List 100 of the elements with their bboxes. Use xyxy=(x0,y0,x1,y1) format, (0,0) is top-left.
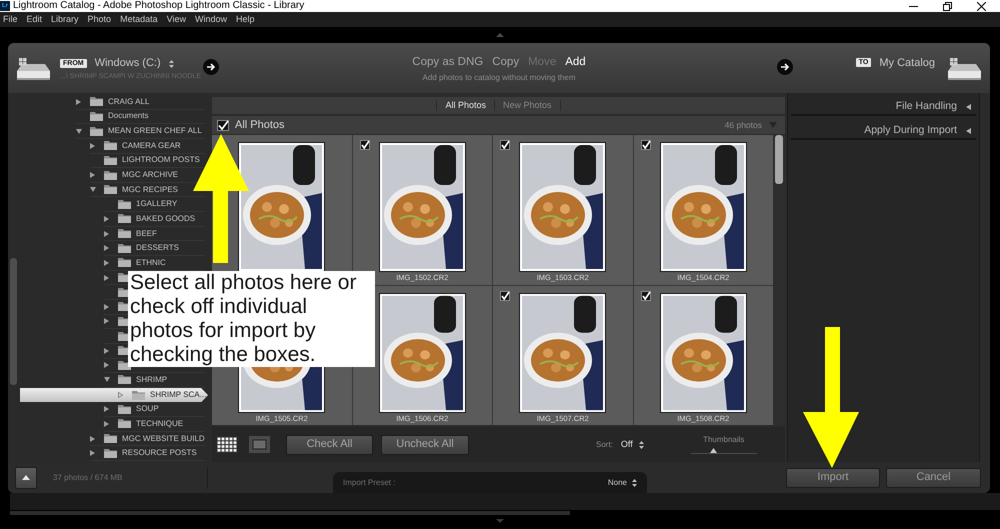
slider-label: Thumbnails xyxy=(703,435,744,445)
expand-triangle-icon[interactable] xyxy=(76,128,82,134)
folder-row[interactable]: CAMERA GEAR xyxy=(90,138,181,153)
photo-count: 46 photos xyxy=(724,118,762,132)
folder-icon xyxy=(104,434,117,444)
expand-triangle-icon[interactable] xyxy=(104,362,109,368)
expand-triangle-icon[interactable] xyxy=(104,420,109,427)
folder-row[interactable]: ETHNIC xyxy=(104,256,166,270)
folder-row[interactable]: MGC ARCHIVE xyxy=(90,168,178,182)
expand-triangle-icon[interactable] xyxy=(90,172,95,178)
checkbox[interactable] xyxy=(500,291,510,301)
expand-triangle-icon[interactable] xyxy=(104,304,109,310)
slider-thumb[interactable] xyxy=(710,448,718,453)
panel-header[interactable]: File Handling xyxy=(791,99,976,116)
hard-drive-icon xyxy=(948,58,981,80)
folder-row[interactable]: 1GALLERY xyxy=(104,197,178,212)
folder-icon xyxy=(90,126,103,136)
folder-row[interactable]: MGC RECIPES xyxy=(90,182,178,196)
folder-icon xyxy=(104,185,117,194)
folder-row[interactable]: SOUP xyxy=(104,402,159,416)
checkbox[interactable] xyxy=(640,140,650,150)
mode-option[interactable]: Add xyxy=(565,55,586,69)
single-view-icon[interactable] xyxy=(249,436,270,453)
expand-triangle-icon[interactable] xyxy=(104,406,109,412)
toolbar-button[interactable]: Uncheck All xyxy=(381,434,469,454)
folder-icon xyxy=(118,375,131,384)
panel-header[interactable]: Apply During Import xyxy=(791,123,976,140)
mode-option[interactable]: Copy xyxy=(492,55,520,69)
menu-item[interactable]: Library xyxy=(51,12,79,27)
folder-row[interactable]: TECHNIQUE xyxy=(104,417,184,431)
expand-triangle-icon[interactable] xyxy=(118,392,123,398)
folder-icon xyxy=(118,229,131,238)
checkbox[interactable] xyxy=(500,140,510,150)
toolbar-button[interactable]: Check All xyxy=(286,434,373,454)
panel-toggle-button[interactable] xyxy=(15,466,37,488)
expand-triangle-icon[interactable] xyxy=(104,348,109,354)
folder-icon xyxy=(118,404,131,414)
callout-tooltip: Select all photos here or check off individual photos for import by checking the boxes. xyxy=(128,271,375,367)
expand-triangle-icon[interactable] xyxy=(104,245,109,252)
folder-icon xyxy=(104,156,117,165)
expand-triangle-icon[interactable] xyxy=(90,436,95,442)
destination-name[interactable]: My Catalog xyxy=(879,58,935,69)
folder-icon xyxy=(118,244,131,253)
menu-item[interactable]: File xyxy=(3,12,18,27)
down-arrow-icon xyxy=(803,327,859,468)
sort-dropdown[interactable]: Off xyxy=(620,438,644,452)
checkbox[interactable] xyxy=(217,120,229,130)
checkbox[interactable] xyxy=(640,291,650,301)
expand-triangle-icon[interactable] xyxy=(76,98,81,105)
expand-triangle-icon[interactable] xyxy=(104,230,109,237)
folder-row[interactable]: DESSERTS xyxy=(104,241,179,256)
expand-triangle-icon[interactable] xyxy=(90,142,95,149)
folder-row[interactable]: BEEF xyxy=(104,226,157,240)
scrollbar-thumb[interactable] xyxy=(10,258,17,385)
folder-row[interactable]: SHRIMP SCA... xyxy=(20,388,208,402)
restore-icon[interactable] xyxy=(943,2,952,10)
folder-icon xyxy=(104,448,117,458)
menu-item[interactable]: Edit xyxy=(26,12,42,27)
collapse-caret-icon[interactable] xyxy=(966,104,971,110)
folder-row[interactable]: BAKED GOODS xyxy=(104,212,196,226)
preset-dropdown[interactable]: None xyxy=(608,476,637,488)
folder-row[interactable]: RESOURCE POSTS xyxy=(90,446,197,460)
collapse-caret-icon[interactable] xyxy=(966,128,971,134)
updown-caret-icon[interactable] xyxy=(638,440,644,448)
menu-item[interactable]: Metadata xyxy=(120,12,158,27)
checkbox[interactable] xyxy=(360,140,370,150)
source-dropdown[interactable]: Windows (C:) xyxy=(94,58,174,69)
close-icon[interactable] xyxy=(977,2,986,10)
menu-item[interactable]: Photo xyxy=(88,12,112,27)
folder-row[interactable]: Documents xyxy=(76,110,148,124)
arrow-circle-icon xyxy=(777,59,793,75)
expand-triangle-icon[interactable] xyxy=(104,260,109,266)
folder-icon xyxy=(132,390,145,400)
expand-triangle-icon[interactable] xyxy=(104,377,110,382)
expand-triangle-icon[interactable] xyxy=(104,318,109,324)
arrow-circle-icon xyxy=(203,59,219,75)
updown-caret-icon[interactable] xyxy=(168,60,174,68)
folder-row[interactable]: MGC WEBSITE BUILD xyxy=(90,432,205,446)
folder-row[interactable]: SHRIMP xyxy=(104,373,168,387)
expand-triangle-icon[interactable] xyxy=(104,274,109,280)
expand-triangle-icon[interactable] xyxy=(90,450,95,456)
mode-option[interactable]: Copy as DNG xyxy=(412,55,484,69)
photo-summary: 37 photos / 674 MB xyxy=(53,472,122,484)
window-title: Lightroom Catalog - Adobe Photoshop Lightroom Classic - Library xyxy=(13,0,304,12)
menu-item[interactable]: Window xyxy=(194,12,227,27)
expand-triangle-icon[interactable] xyxy=(104,216,109,222)
folder-row[interactable]: LIGHTROOM POSTS xyxy=(90,154,200,168)
sort-label: Sort: xyxy=(596,438,613,450)
grid-view-icon[interactable] xyxy=(216,436,238,453)
expand-triangle-icon[interactable] xyxy=(90,187,96,192)
folder-row[interactable]: MEAN GREEN CHEF ALL xyxy=(76,124,202,138)
updown-caret-icon[interactable] xyxy=(632,478,637,486)
scrollbar-thumb[interactable] xyxy=(775,135,783,184)
mode-description: Add photos to catalog without moving them xyxy=(422,73,576,82)
folder-row[interactable]: CRAIG ALL xyxy=(76,95,150,109)
menu-item[interactable]: View xyxy=(166,12,186,27)
folder-icon xyxy=(104,170,117,180)
menu-item[interactable]: Help xyxy=(236,12,254,27)
slider-track[interactable] xyxy=(690,448,757,454)
tab[interactable]: All Photos xyxy=(437,97,494,114)
